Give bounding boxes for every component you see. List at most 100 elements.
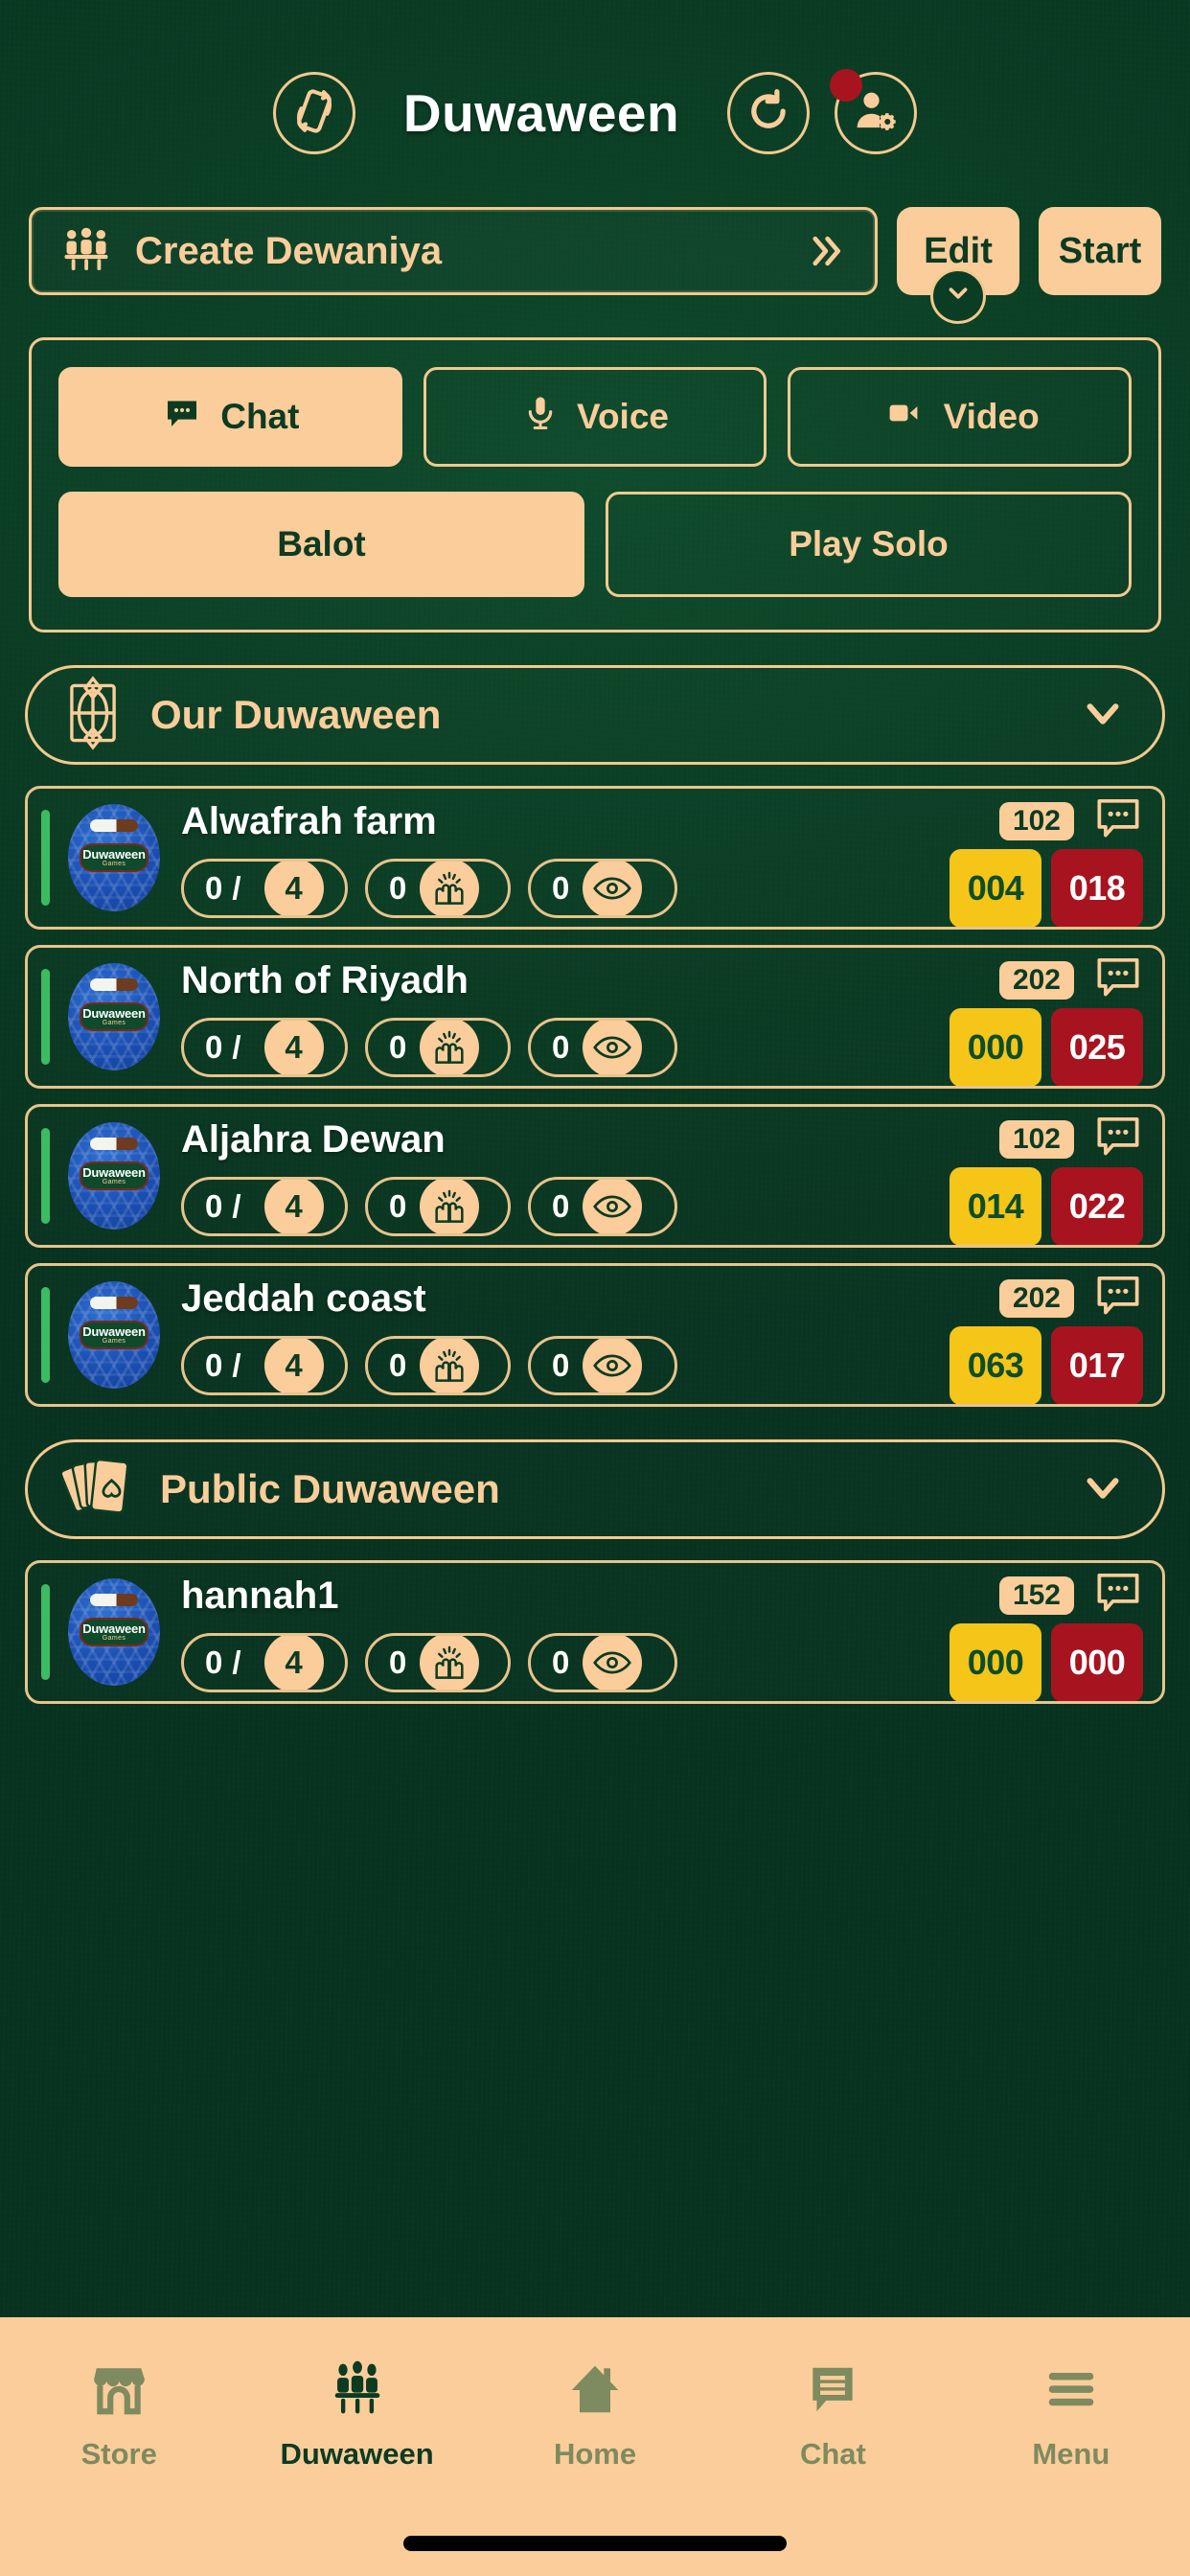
tab-store[interactable]: Store [0, 2359, 238, 2472]
views-stat[interactable]: 0 [528, 1018, 677, 1077]
spectators-stat[interactable]: 0 [365, 1336, 511, 1395]
create-dewaniya-button[interactable]: Create Dewaniya [29, 207, 878, 295]
views-stat[interactable]: 0 [528, 1336, 677, 1395]
players-stat[interactable]: 0 / 4 [181, 1177, 348, 1236]
rotate-device-icon [288, 85, 340, 142]
refresh-icon [744, 86, 793, 141]
chevron-down-icon[interactable] [1078, 1465, 1128, 1514]
score-group: 014 022 [950, 1167, 1145, 1245]
spectators-value: 0 [389, 1347, 407, 1383]
spectators-value: 0 [389, 1029, 407, 1065]
table-row[interactable]: Duwaween Games hannah1 152 0 / 4 0 0 000… [25, 1560, 1165, 1704]
rotate-device-button[interactable] [272, 72, 355, 154]
mode-video[interactable]: Video [788, 367, 1133, 467]
group-table-icon [58, 223, 114, 280]
chat-bubble-icon[interactable] [1091, 1115, 1145, 1165]
mode-balot-label: Balot [277, 524, 366, 564]
chat-bubble-icon[interactable] [1091, 1274, 1145, 1324]
table-row[interactable]: Duwaween Games Jeddah coast 202 0 / 4 0 … [25, 1263, 1165, 1407]
tab-chat-label: Chat [799, 2437, 866, 2471]
refresh-button[interactable] [727, 72, 811, 154]
chevron-down-icon[interactable] [1078, 691, 1128, 740]
spectators-stat[interactable]: 0 [365, 1633, 511, 1692]
views-stat[interactable]: 0 [528, 1633, 677, 1692]
table-row[interactable]: Duwaween Games Aljahra Dewan 102 0 / 4 0… [25, 1104, 1165, 1248]
spectators-stat[interactable]: 0 [365, 1177, 511, 1236]
room-top: North of Riyadh 202 [181, 954, 1145, 1006]
chat-bubble-icon[interactable] [1091, 796, 1145, 847]
spectators-stat[interactable]: 0 [365, 1018, 511, 1077]
spectators-value: 0 [389, 870, 407, 906]
mode-video-label: Video [943, 397, 1040, 436]
avatar: Duwaween Games [68, 963, 160, 1070]
room-content: Aljahra Dewan 102 0 / 4 0 0 014 022 [160, 1107, 1145, 1245]
table-row[interactable]: Duwaween Games North of Riyadh 202 0 / 4… [25, 945, 1165, 1089]
table-row[interactable]: Duwaween Games Alwafrah farm 102 0 / 4 0… [25, 786, 1165, 930]
room-top: Aljahra Dewan 102 [181, 1114, 1145, 1165]
score-yellow: 014 [950, 1167, 1041, 1245]
views-stat[interactable]: 0 [528, 859, 677, 918]
players-capacity-knob: 4 [263, 1636, 324, 1690]
room-code-badge: 152 [998, 1576, 1074, 1615]
score-red: 000 [1051, 1623, 1143, 1701]
tab-menu[interactable]: Menu [952, 2359, 1190, 2472]
profile-settings-button[interactable] [830, 69, 918, 154]
avatar-logo-badge: Duwaween Games [80, 1162, 149, 1190]
start-button[interactable]: Start [1039, 207, 1161, 295]
mode-balot[interactable]: Balot [58, 492, 584, 597]
edit-button[interactable]: Edit [897, 207, 1019, 324]
players-stat[interactable]: 0 / 4 [181, 859, 348, 918]
avatar-badge-line2: Games [102, 861, 126, 867]
chevron-double-right-icon [800, 230, 848, 272]
home-icon [565, 2359, 625, 2424]
edit-dropdown-button[interactable] [930, 268, 986, 324]
chat-bubble-icon [161, 394, 203, 441]
action-row: Create Dewaniya Edit Start [0, 197, 1190, 324]
players-value: 0 [205, 1644, 223, 1680]
players-stat[interactable]: 0 / 4 [181, 1633, 348, 1692]
celebrate-hands-icon [420, 1180, 480, 1233]
views-stat[interactable]: 0 [528, 1177, 677, 1236]
mode-chat[interactable]: Chat [58, 367, 402, 467]
bottom-tab-bar: Store Duwaween Home Chat Menu [0, 2317, 1190, 2576]
avatar: Duwaween Games [68, 1122, 160, 1230]
score-group: 000 025 [950, 1008, 1145, 1086]
section-header-public-duwaween[interactable]: Public Duwaween [25, 1439, 1165, 1539]
players-capacity: 4 [285, 1029, 303, 1065]
tab-home-label: Home [553, 2437, 637, 2471]
mode-play-solo[interactable]: Play Solo [606, 492, 1132, 597]
tab-home[interactable]: Home [476, 2359, 714, 2472]
avatar-logo-badge: Duwaween Games [80, 1618, 149, 1646]
views-value: 0 [552, 1347, 570, 1383]
avatar-logo-badge: Duwaween Games [80, 1002, 149, 1031]
score-group: 000 000 [950, 1623, 1145, 1701]
avatar-badge-line1: Duwaween [82, 1006, 146, 1021]
page-title: Duwaween [402, 83, 680, 143]
score-yellow: 063 [950, 1326, 1041, 1404]
players-stat[interactable]: 0 / 4 [181, 1336, 348, 1395]
players-stat[interactable]: 0 / 4 [181, 1018, 348, 1077]
players-capacity-knob: 4 [263, 862, 324, 915]
mode-play-solo-label: Play Solo [789, 524, 949, 564]
mode-chat-label: Chat [220, 397, 300, 436]
players-value: 0 [205, 1188, 223, 1224]
players-separator: / [232, 1347, 241, 1383]
mode-panel: Chat Voice Video Balot Play Solo [29, 337, 1161, 632]
chat-bubble-icon[interactable] [1091, 1571, 1145, 1622]
section-header-our-duwaween[interactable]: Our Duwaween [25, 665, 1165, 765]
room-name: Jeddah coast [181, 1276, 426, 1320]
avatar-badge-line1: Duwaween [82, 1324, 146, 1339]
avatar: Duwaween Games [68, 804, 160, 911]
room-top: Alwafrah farm 102 [181, 795, 1145, 847]
room-top: hannah1 152 [181, 1570, 1145, 1622]
spectators-stat[interactable]: 0 [365, 859, 511, 918]
tab-chat[interactable]: Chat [714, 2359, 951, 2472]
tab-duwaween[interactable]: Duwaween [238, 2359, 475, 2472]
mode-row-communication: Chat Voice Video [58, 367, 1133, 467]
room-top: Jeddah coast 202 [181, 1273, 1145, 1324]
chat-bubble-icon[interactable] [1091, 955, 1145, 1006]
players-capacity-knob: 4 [263, 1021, 324, 1074]
mode-voice[interactable]: Voice [423, 367, 767, 467]
home-indicator [403, 2536, 787, 2551]
room-name: Aljahra Dewan [181, 1117, 446, 1161]
